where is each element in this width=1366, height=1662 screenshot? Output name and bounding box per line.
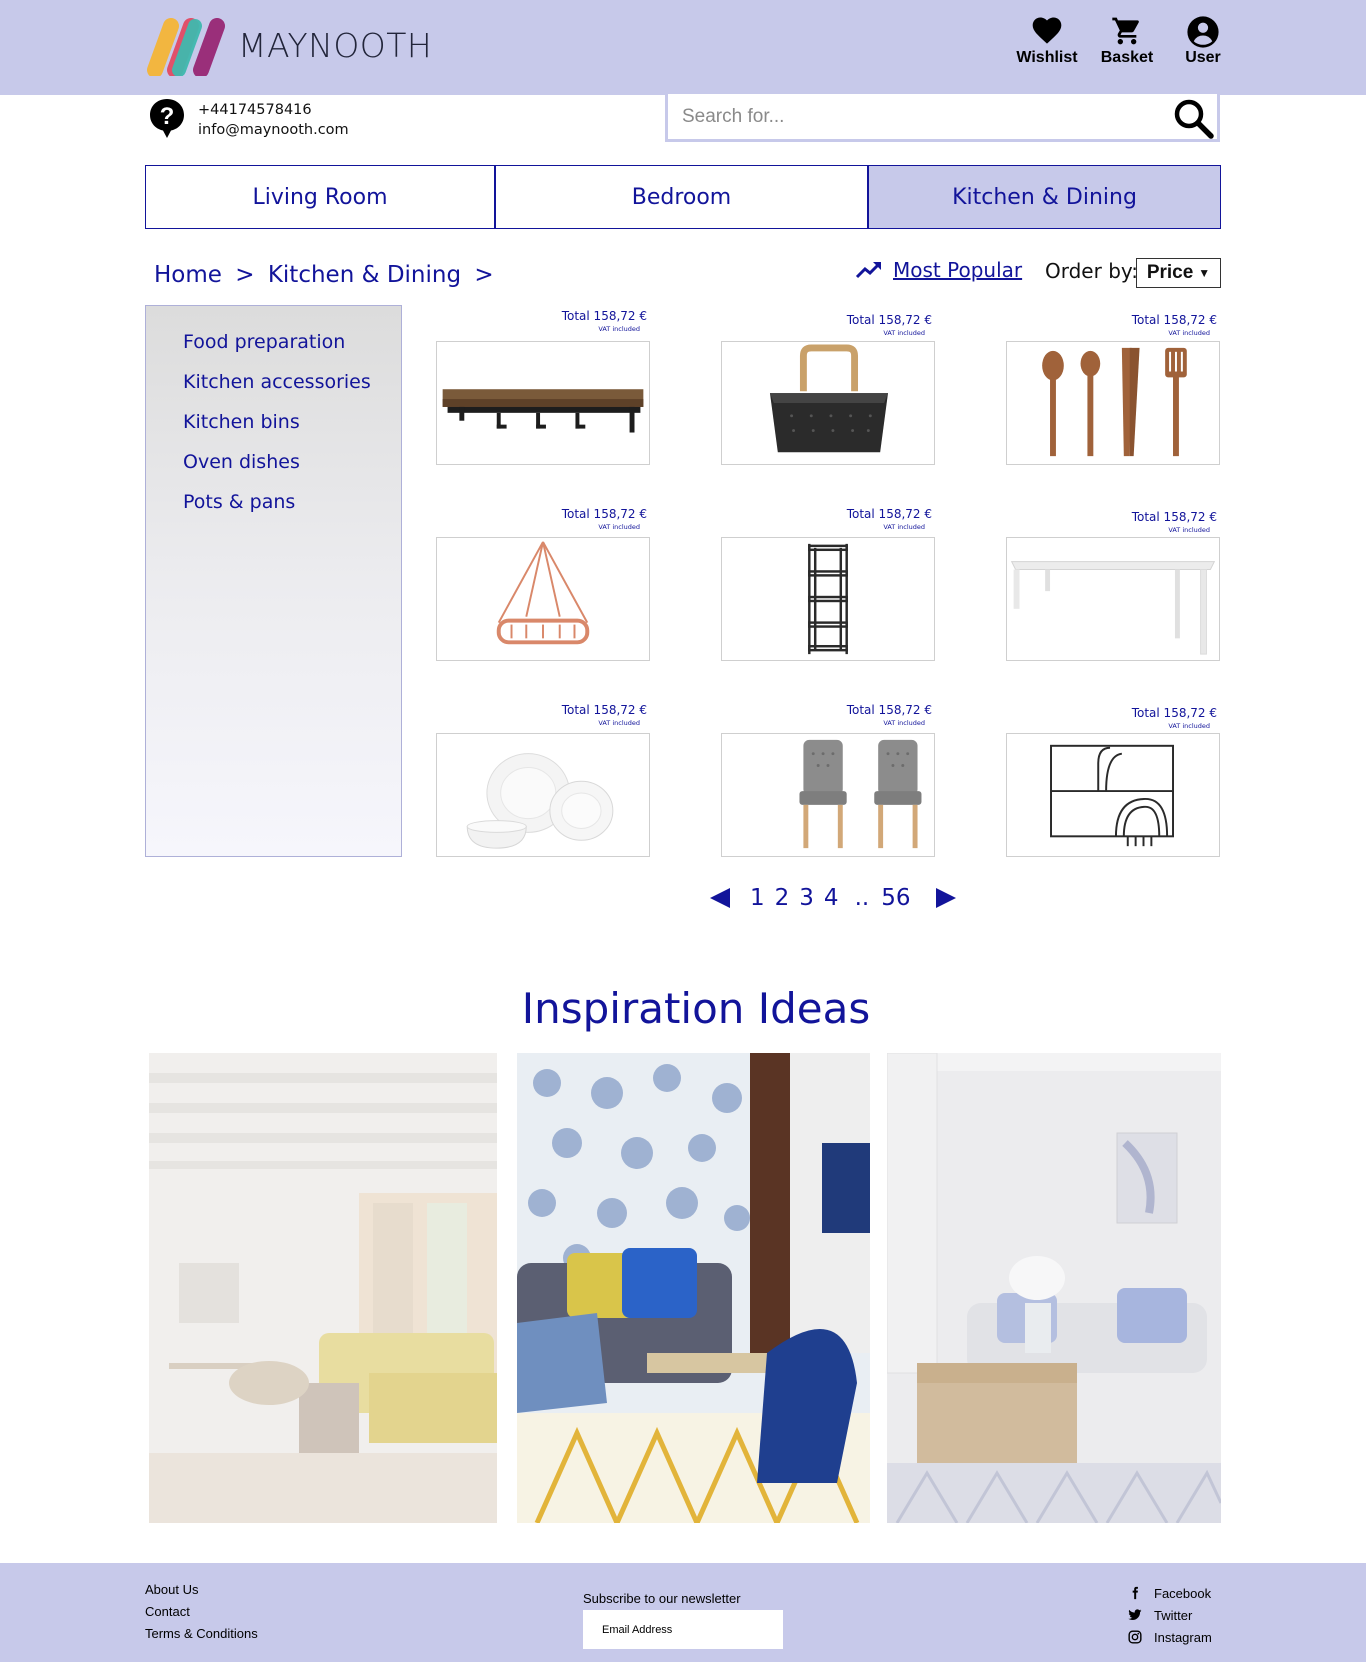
page-link[interactable]: 4 [824,885,839,911]
search-bar [665,94,1220,142]
contact-phone: +44174578416 [198,102,312,118]
instagram-icon [1128,1630,1142,1644]
footer-link-about[interactable]: About Us [145,1579,258,1601]
category-tabs: Living Room Bedroom Kitchen & Dining [145,165,1221,229]
vat-note: VAT included [1168,526,1210,534]
svg-text:?: ? [160,103,175,130]
product-image-wire-basket[interactable] [721,341,935,465]
breadcrumb-separator: > [474,262,494,288]
most-popular-link[interactable]: Most Popular [855,258,1022,282]
instagram-label: Instagram [1154,1629,1212,1645]
brand-name: MAYNOOTH [238,26,433,65]
contact-info: +44174578416 info@maynooth.com [198,100,349,140]
vat-note: VAT included [883,329,925,337]
vat-note: VAT included [598,523,640,531]
newsletter-label: Subscribe to our newsletter [583,1591,741,1606]
breadcrumb-separator: > [235,262,255,288]
facebook-link[interactable]: Facebook [1128,1582,1212,1604]
page-link-last[interactable]: 56 [881,885,910,911]
twitter-icon [1128,1609,1142,1621]
heart-icon [1032,17,1062,44]
sidebar-item-pots-pans[interactable]: Pots & pans [183,482,401,522]
product-image-wooden-utensils[interactable] [1006,341,1220,465]
product-image-dinnerware[interactable] [436,733,650,857]
page-ellipsis: .. [854,885,870,911]
subcategory-sidebar: Food preparation Kitchen accessories Kit… [145,305,402,857]
footer-link-terms[interactable]: Terms & Conditions [145,1623,258,1645]
user-button[interactable]: User [1168,15,1238,67]
wishlist-label: Wishlist [1016,49,1078,66]
instagram-link[interactable]: Instagram [1128,1626,1212,1648]
social-links: Facebook Twitter Instagram [1128,1582,1212,1648]
product-image-dining-table[interactable] [1006,537,1220,661]
basket-label: Basket [1100,49,1154,66]
search-icon[interactable] [1171,96,1215,140]
inspiration-title: Inspiration Ideas [521,984,871,1033]
inspiration-image-grey-lounge[interactable] [887,1053,1221,1523]
cart-icon [1112,17,1139,45]
vat-note: VAT included [883,523,925,531]
twitter-label: Twitter [1154,1607,1193,1623]
brand-logo[interactable] [145,18,229,76]
previous-page-icon[interactable] [708,886,732,910]
tab-bedroom[interactable]: Bedroom [496,166,869,228]
page-link[interactable]: 3 [799,885,814,911]
vat-note: VAT included [1168,329,1210,337]
vat-note: VAT included [598,719,640,727]
contact-email[interactable]: info@maynooth.com [198,120,349,140]
next-page-icon[interactable] [934,886,958,910]
breadcrumb: Home > Kitchen & Dining > [154,262,500,288]
twitter-link[interactable]: Twitter [1128,1604,1212,1626]
sidebar-item-oven-dishes[interactable]: Oven dishes [183,442,401,482]
tab-living-room[interactable]: Living Room [146,166,496,228]
newsletter-email-input[interactable] [583,1610,783,1649]
facebook-icon [1132,1586,1138,1600]
product-price: Total 158,72 € [1131,313,1217,327]
breadcrumb-current[interactable]: Kitchen & Dining [268,262,461,288]
order-by-label: Order by: [1045,259,1139,283]
vat-note: VAT included [1168,722,1210,730]
product-price: Total 158,72 € [846,703,932,717]
sidebar-item-kitchen-accessories[interactable]: Kitchen accessories [183,362,401,402]
product-price: Total 158,72 € [1131,510,1217,524]
search-input[interactable] [682,102,1152,132]
user-account-icon [1187,16,1219,48]
page-link[interactable]: 2 [775,885,790,911]
product-image-pot-rack[interactable] [436,537,650,661]
product-price: Total 158,72 € [561,507,647,521]
vat-note: VAT included [598,325,640,333]
most-popular-label[interactable]: Most Popular [893,258,1022,282]
order-by-select[interactable]: Price ▼ [1136,258,1221,288]
product-image-dish-rack[interactable] [1006,733,1220,857]
product-image-wall-shelf[interactable] [436,341,650,465]
tab-kitchen-dining[interactable]: Kitchen & Dining [869,166,1220,228]
product-price: Total 158,72 € [846,313,932,327]
chevron-down-icon: ▼ [1198,266,1211,280]
footer-link-contact[interactable]: Contact [145,1601,258,1623]
order-by-value: Price [1146,262,1194,283]
sidebar-item-food-preparation[interactable]: Food preparation [183,322,401,362]
user-label: User [1185,49,1221,66]
inspiration-image-blue-sofa[interactable] [517,1053,870,1523]
sidebar-item-kitchen-bins[interactable]: Kitchen bins [183,402,401,442]
pagination: 1 2 3 4 .. 56 [708,882,958,914]
product-image-dining-chairs[interactable] [721,733,935,857]
inspiration-image-living-room[interactable] [149,1053,497,1523]
help-icon: ? [150,99,184,138]
product-price: Total 158,72 € [1131,706,1217,720]
page-link[interactable]: 1 [750,885,765,911]
product-price: Total 158,72 € [561,309,647,323]
product-price: Total 158,72 € [846,507,932,521]
top-bar: MAYNOOTH Wishlist Basket User [0,0,1366,95]
vat-note: VAT included [883,719,925,727]
product-image-shelving-unit[interactable] [721,537,935,661]
trending-up-icon [855,262,881,279]
basket-button[interactable]: Basket [1092,15,1162,67]
footer-links: About Us Contact Terms & Conditions [145,1579,258,1645]
breadcrumb-home[interactable]: Home [154,262,222,288]
wishlist-button[interactable]: Wishlist [1012,15,1082,67]
facebook-label: Facebook [1154,1585,1212,1601]
footer: About Us Contact Terms & Conditions Subs… [0,1563,1366,1662]
product-price: Total 158,72 € [561,703,647,717]
